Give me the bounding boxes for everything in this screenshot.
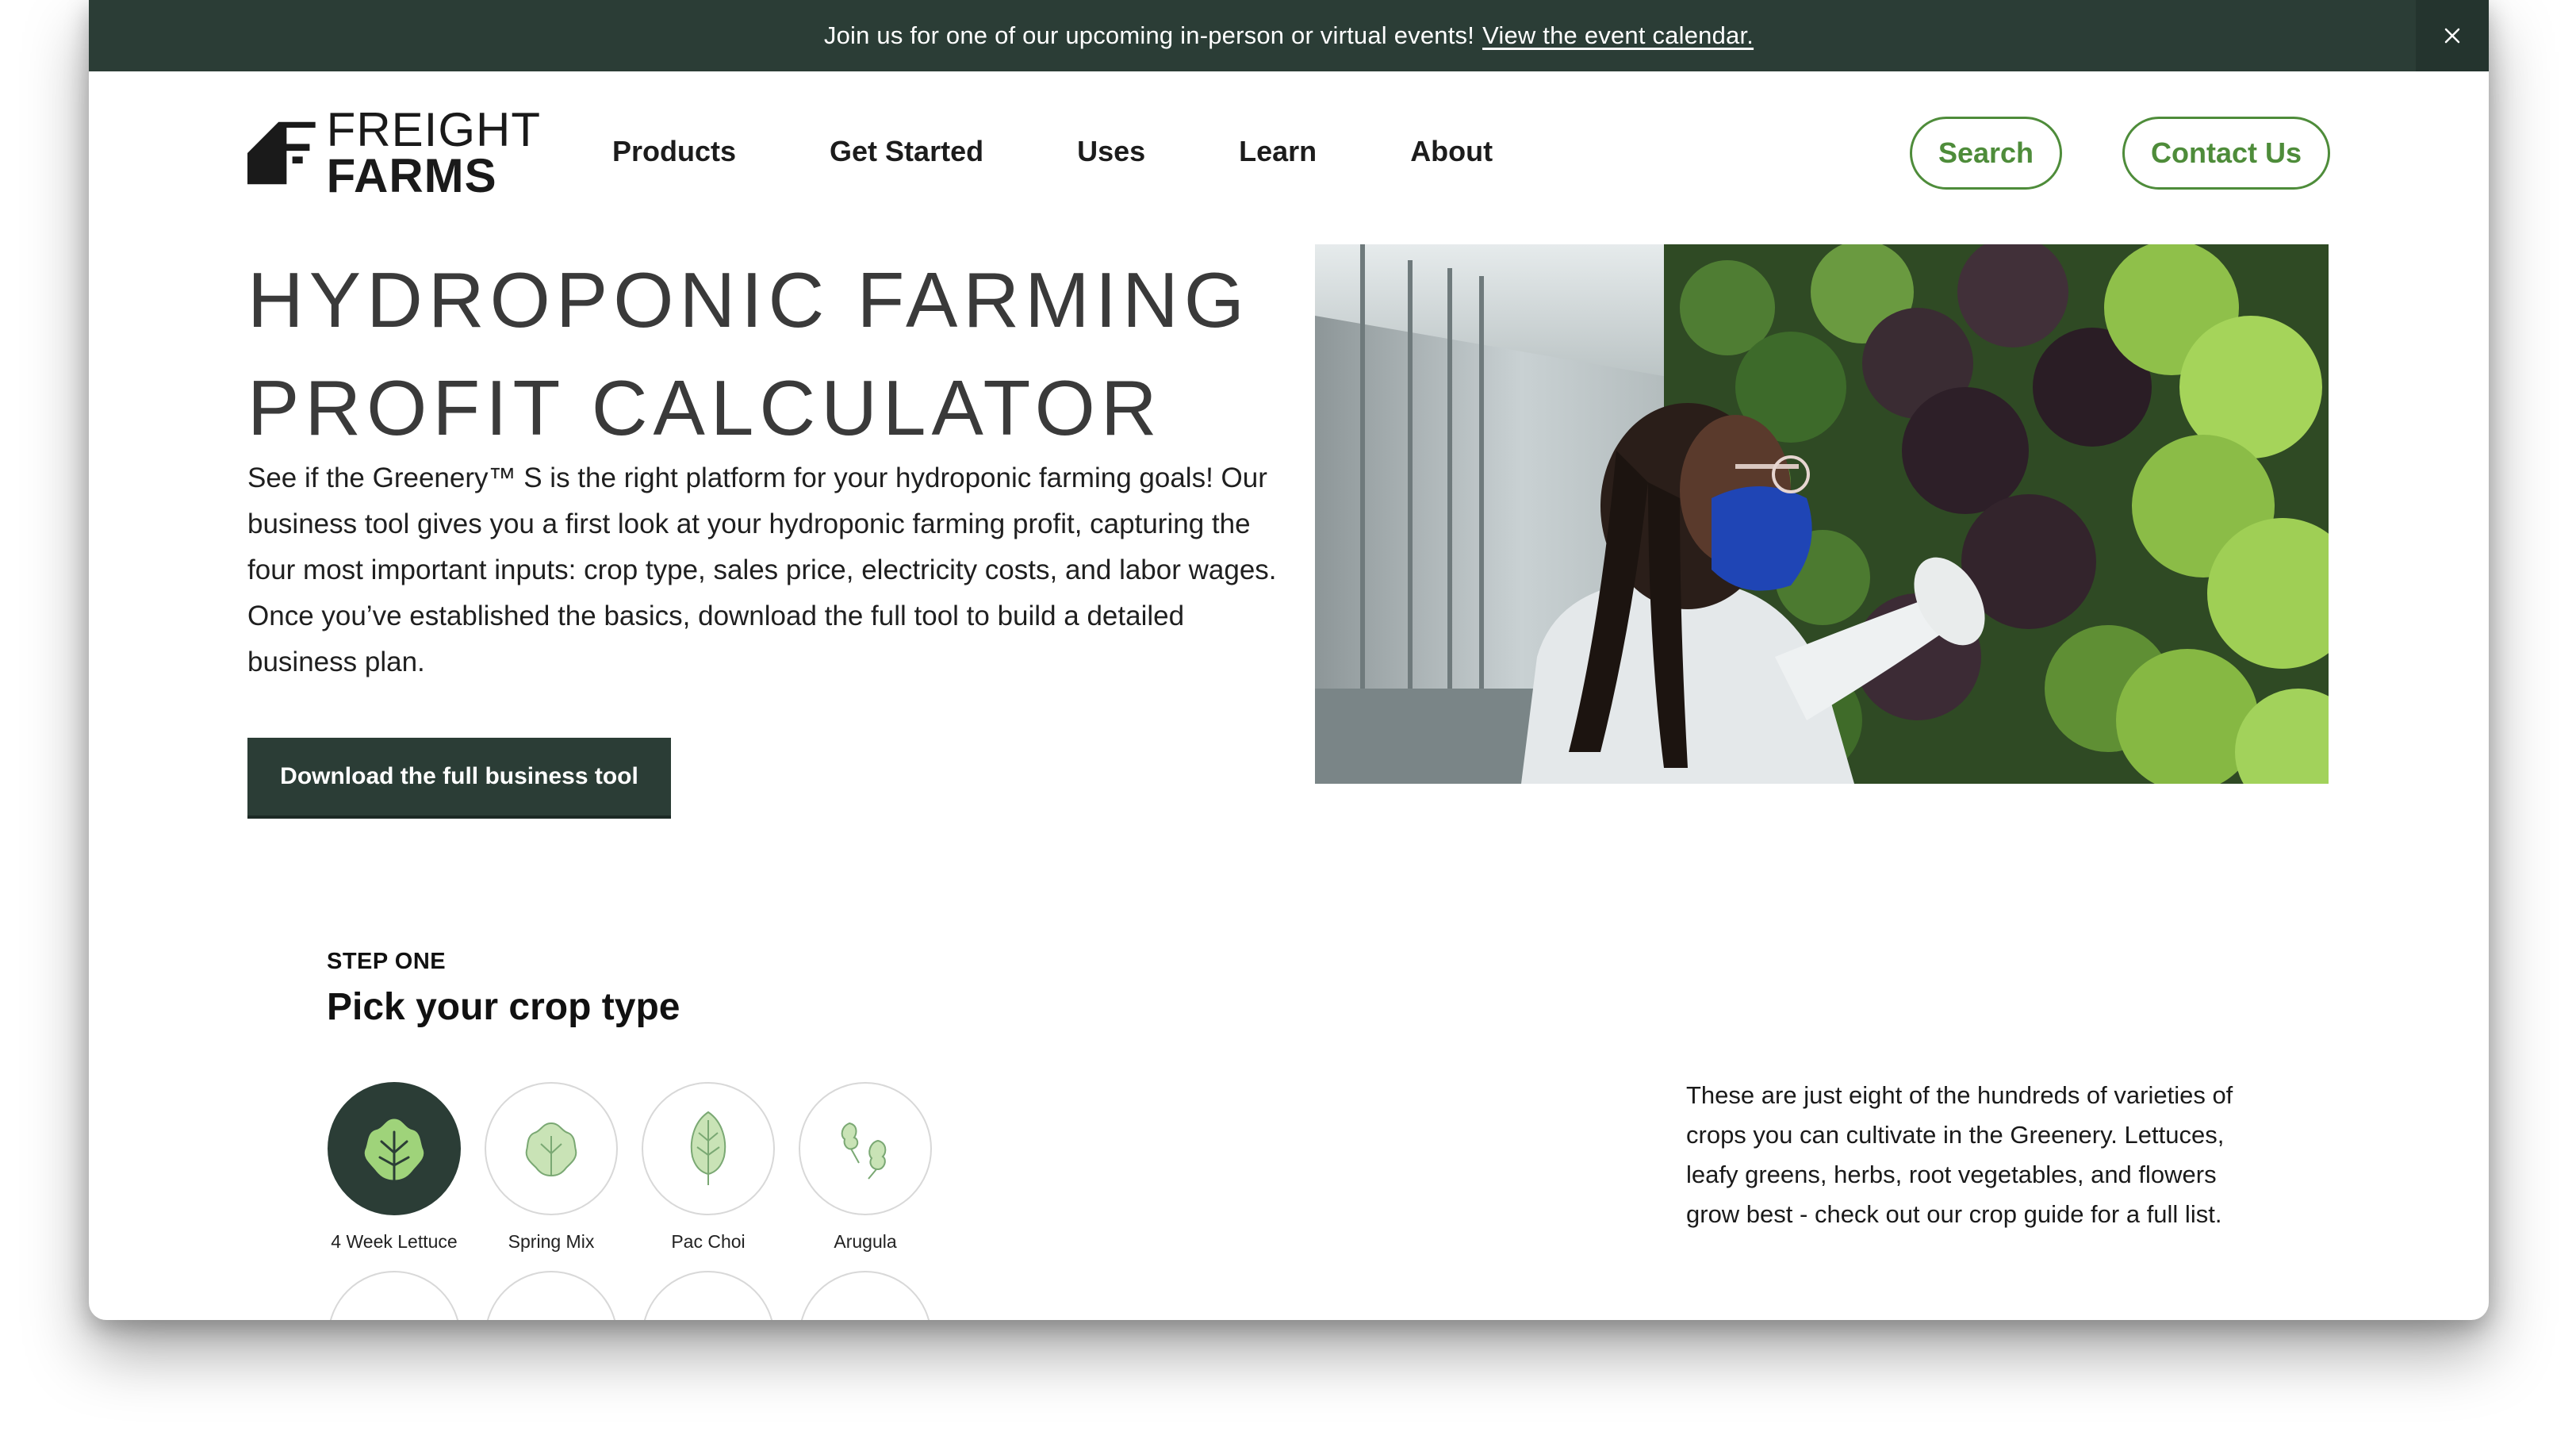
- nav-item-about[interactable]: About: [1410, 135, 1493, 168]
- crop-option-circle: [328, 1271, 461, 1320]
- download-business-tool-button[interactable]: Download the full business tool: [247, 738, 671, 815]
- crop-option-circle: [799, 1271, 932, 1320]
- crop-option-label: Arugula: [834, 1231, 897, 1252]
- pac-choi-icon: [690, 1111, 726, 1185]
- announcement-text: Join us for one of our upcoming in-perso…: [823, 21, 1475, 49]
- step-title: Pick your crop type: [327, 986, 680, 1028]
- hero-description: See if the Greenery™ S is the right plat…: [247, 462, 1277, 677]
- page-title-line-1: HYDROPONIC FARMING: [247, 256, 1250, 343]
- browser-window: Join us for one of our upcoming in-perso…: [89, 0, 2489, 1320]
- nav-item-products[interactable]: Products: [612, 135, 736, 168]
- crop-option-label: 4 Week Lettuce: [331, 1231, 458, 1252]
- main-nav: Products Get Started Uses Learn About: [612, 135, 1586, 168]
- contact-us-button[interactable]: Contact Us: [2122, 117, 2330, 190]
- crop-option-row2-1[interactable]: [327, 1271, 462, 1320]
- crop-option-circle: [485, 1082, 618, 1215]
- crop-option-4-week-lettuce[interactable]: 4 Week Lettuce: [327, 1082, 462, 1253]
- logo-mark-icon: [247, 121, 316, 185]
- page-title-line-2: PROFIT CALCULATOR: [247, 364, 1163, 451]
- logo-text-freight: FREIGHT: [326, 103, 541, 156]
- crop-option-circle: [799, 1082, 932, 1215]
- crop-option-label: Pac Choi: [671, 1231, 746, 1252]
- announcement-bar: Join us for one of our upcoming in-perso…: [89, 0, 2489, 71]
- crop-variety-note: These are just eight of the hundreds of …: [1686, 1081, 2233, 1228]
- site-header: FREIGHT FARMS Products Get Started Uses …: [89, 71, 2489, 230]
- farmer-inspecting-greens-image: [1315, 244, 2329, 784]
- nav-item-learn[interactable]: Learn: [1239, 135, 1317, 168]
- close-announcement-button[interactable]: [2416, 0, 2489, 71]
- step-label: STEP ONE: [327, 949, 447, 974]
- page-title: HYDROPONIC FARMING PROFIT CALCULATOR: [247, 246, 1250, 462]
- crop-option-row2-2[interactable]: [484, 1271, 619, 1320]
- nav-item-uses[interactable]: Uses: [1077, 135, 1145, 168]
- crop-option-circle: [328, 1082, 461, 1215]
- crop-option-arugula[interactable]: Arugula: [798, 1082, 933, 1253]
- arugula-icon: [841, 1122, 887, 1180]
- close-icon: [2444, 28, 2460, 44]
- crop-option-circle: [642, 1271, 775, 1320]
- crop-option-label: Spring Mix: [508, 1231, 595, 1252]
- crop-option-row2-3[interactable]: [641, 1271, 776, 1320]
- crop-option-circle: [485, 1271, 618, 1320]
- search-button[interactable]: Search: [1910, 117, 2062, 190]
- crop-option-pac-choi[interactable]: Pac Choi: [641, 1082, 776, 1253]
- hero-photo: [1315, 244, 2329, 784]
- logo-text-farms: FARMS: [326, 149, 497, 202]
- nav-item-get-started[interactable]: Get Started: [830, 135, 983, 168]
- crop-option-circle: [642, 1082, 775, 1215]
- lettuce-icon: [362, 1116, 427, 1183]
- freight-farms-logo[interactable]: FREIGHT FARMS: [247, 103, 541, 202]
- crop-option-row2-4[interactable]: [798, 1271, 933, 1320]
- spring-mix-icon: [525, 1122, 577, 1177]
- event-calendar-link[interactable]: View the event calendar.: [1482, 21, 1754, 50]
- crop-option-spring-mix[interactable]: Spring Mix: [484, 1082, 619, 1253]
